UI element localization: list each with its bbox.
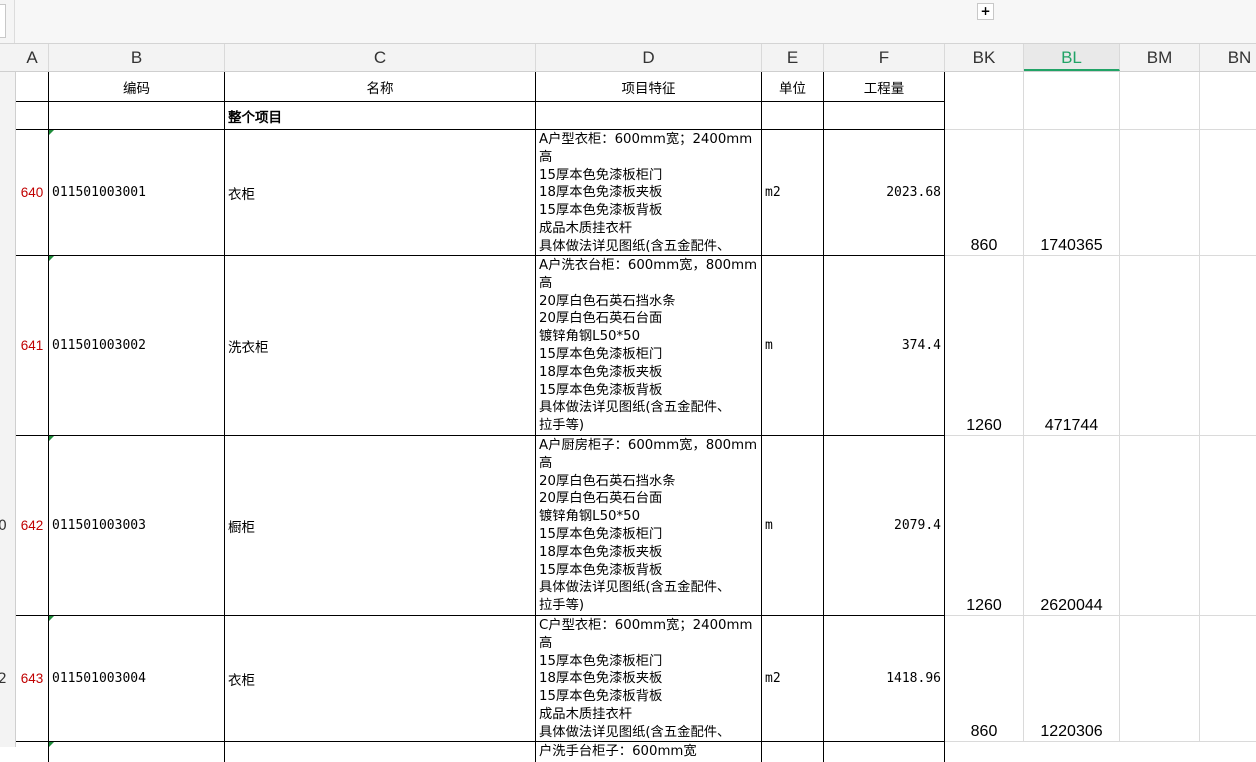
item-name[interactable]: 洗衣柜: [225, 256, 536, 436]
cell-a-header[interactable]: [16, 72, 49, 102]
item-unit[interactable]: m2: [762, 616, 824, 742]
item-name[interactable]: 衣柜: [225, 616, 536, 742]
item-code-text: 011501003002: [52, 338, 146, 353]
cell-bn-empty[interactable]: [1200, 616, 1256, 742]
cell-bm-empty[interactable]: [1120, 130, 1200, 256]
cell-f-section[interactable]: [824, 102, 945, 130]
item-quantity[interactable]: 374.4: [824, 256, 945, 436]
item-code-text: 011501003004: [52, 671, 146, 686]
column-header-bk[interactable]: BK: [945, 44, 1024, 71]
formula-input[interactable]: [14, 0, 1256, 43]
row-header-label[interactable]: 0: [0, 518, 8, 534]
cell-bl-value[interactable]: 471744: [1024, 256, 1120, 436]
comment-marker: [49, 616, 54, 621]
cell-bm-empty[interactable]: [1120, 436, 1200, 616]
cell-bl-empty[interactable]: [1024, 72, 1120, 130]
item-features[interactable]: 户洗手台柜子：600mm宽: [536, 742, 762, 762]
cell-e-section[interactable]: [762, 102, 824, 130]
item-code[interactable]: 011501003001: [49, 130, 225, 256]
comment-marker: [49, 130, 54, 135]
row-header-label[interactable]: 2: [0, 671, 8, 687]
item-code[interactable]: [49, 742, 225, 762]
item-unit[interactable]: m: [762, 436, 824, 616]
cell-bk-value[interactable]: 1260: [945, 256, 1024, 436]
column-header-c[interactable]: C: [225, 44, 536, 71]
row-index[interactable]: 642: [16, 436, 49, 616]
cell-bk-value[interactable]: 860: [945, 616, 1024, 742]
item-quantity[interactable]: 2079.4: [824, 436, 945, 616]
column-header-d[interactable]: D: [536, 44, 762, 71]
item-code-text: 011501003001: [52, 185, 146, 200]
expand-formula-button[interactable]: +: [977, 3, 994, 20]
item-name[interactable]: [225, 742, 536, 762]
column-header-bm[interactable]: BM: [1120, 44, 1200, 71]
item-name[interactable]: 衣柜: [225, 130, 536, 256]
header-features[interactable]: 项目特征: [536, 72, 762, 102]
row-header-column[interactable]: 0 2: [0, 72, 16, 747]
item-features[interactable]: C户型衣柜：600mm宽；2400mm高 15厚本色免漆板柜门 18厚本色免漆板…: [536, 616, 762, 742]
column-header-f[interactable]: F: [824, 44, 945, 71]
comment-marker: [49, 436, 54, 441]
cell-bk-value[interactable]: 860: [945, 130, 1024, 256]
item-code[interactable]: 011501003003: [49, 436, 225, 616]
item-name[interactable]: 橱柜: [225, 436, 536, 616]
cell-bl-value[interactable]: 1740365: [1024, 130, 1120, 256]
cell-bm-empty[interactable]: [1120, 256, 1200, 436]
row-index[interactable]: 643: [16, 616, 49, 742]
cell-bl-value[interactable]: 2620044: [1024, 436, 1120, 616]
cell-bk-empty[interactable]: [945, 72, 1024, 130]
item-code-text: 011501003003: [52, 518, 146, 533]
cell-bn-empty[interactable]: [1200, 436, 1256, 616]
item-unit[interactable]: m: [762, 256, 824, 436]
header-code[interactable]: 编码: [49, 72, 225, 102]
cell-bm-empty[interactable]: [1120, 616, 1200, 742]
column-header-b[interactable]: B: [49, 44, 225, 71]
column-header-e[interactable]: E: [762, 44, 824, 71]
cell-a-section[interactable]: [16, 102, 49, 130]
item-quantity[interactable]: [824, 742, 945, 762]
cell-bl-value[interactable]: 1220306: [1024, 616, 1120, 742]
cell-b-section[interactable]: [49, 102, 225, 130]
header-quantity[interactable]: 工程量: [824, 72, 945, 102]
cell-bn-empty[interactable]: [1200, 256, 1256, 436]
column-header-bn[interactable]: BN: [1200, 44, 1256, 71]
header-name[interactable]: 名称: [225, 72, 536, 102]
cell-d-section[interactable]: [536, 102, 762, 130]
item-quantity[interactable]: 2023.68: [824, 130, 945, 256]
item-unit[interactable]: [762, 742, 824, 762]
item-features[interactable]: A户厨房柜子：600mm宽，800mm 高 20厚白色石英石挡水条 20厚白色石…: [536, 436, 762, 616]
item-features[interactable]: A户型衣柜：600mm宽；2400mm高 15厚本色免漆板柜门 18厚本色免漆板…: [536, 130, 762, 256]
section-title[interactable]: 整个项目: [225, 102, 536, 130]
column-header-bl[interactable]: BL: [1024, 44, 1120, 71]
item-code[interactable]: 011501003004: [49, 616, 225, 742]
cell-bm-empty[interactable]: [1120, 72, 1200, 130]
column-header-a[interactable]: A: [16, 44, 49, 71]
cell-bn-empty[interactable]: [1200, 130, 1256, 256]
cell-bn-empty[interactable]: [1200, 72, 1256, 130]
cell-bk-value[interactable]: 1260: [945, 436, 1024, 616]
header-unit[interactable]: 单位: [762, 72, 824, 102]
row-index[interactable]: [16, 742, 49, 762]
row-index[interactable]: 640: [16, 130, 49, 256]
comment-marker: [49, 256, 54, 261]
item-code[interactable]: 011501003002: [49, 256, 225, 436]
comment-marker: [49, 742, 54, 747]
row-index[interactable]: 641: [16, 256, 49, 436]
column-header-row: A B C D E F BK BL BM BN: [0, 44, 1256, 72]
item-quantity[interactable]: 1418.96: [824, 616, 945, 742]
formula-bar: +: [0, 0, 1256, 44]
item-features[interactable]: A户洗衣台柜：600mm宽，800mm 高 20厚白色石英石挡水条 20厚白色石…: [536, 256, 762, 436]
item-unit[interactable]: m2: [762, 130, 824, 256]
name-box-edge[interactable]: [0, 4, 6, 38]
